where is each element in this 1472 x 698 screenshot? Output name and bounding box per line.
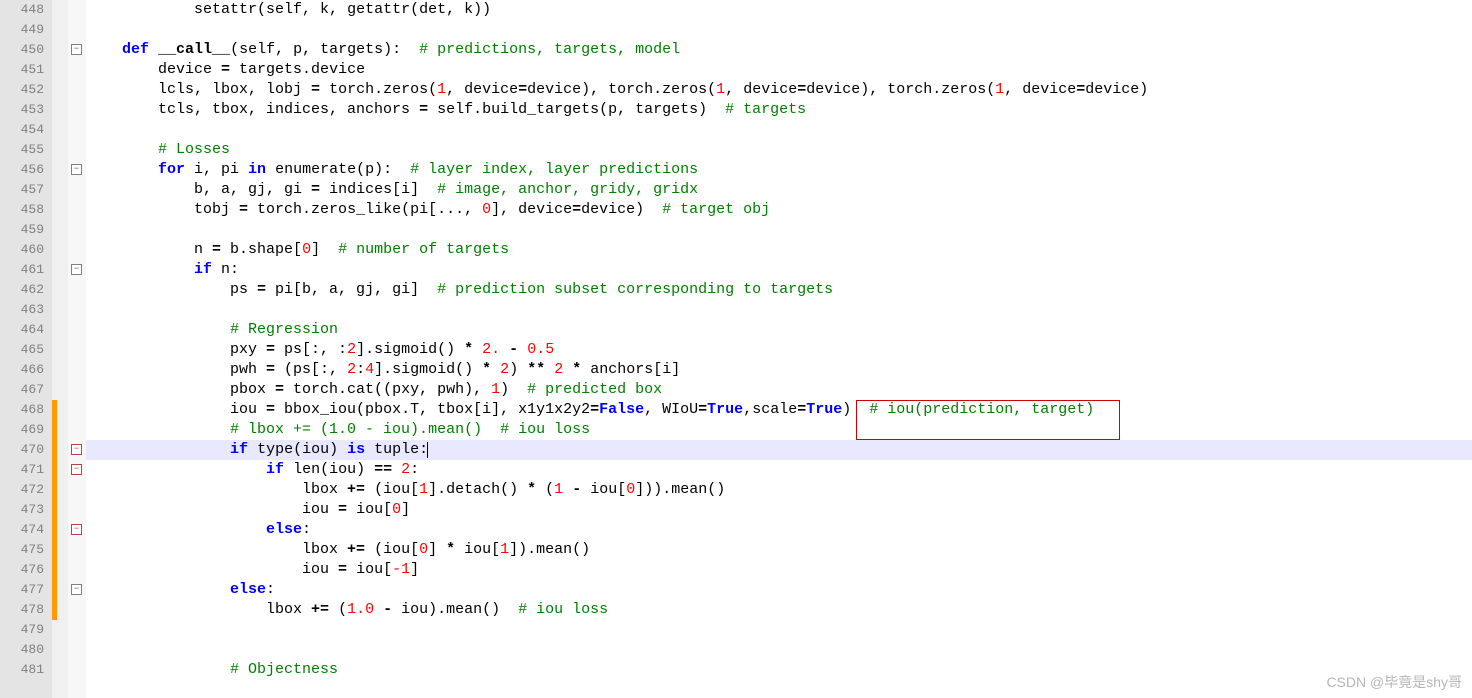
line-number: 462: [0, 280, 44, 300]
code-line[interactable]: b, a, gj, gi = indices[i] # image, ancho…: [86, 180, 1472, 200]
code-line[interactable]: ps = pi[b, a, gj, gi] # prediction subse…: [86, 280, 1472, 300]
fold-toggle[interactable]: −: [71, 464, 82, 475]
code-line[interactable]: lbox += (1.0 - iou).mean() # iou loss: [86, 600, 1472, 620]
code-line[interactable]: lbox += (iou[0] * iou[1]).mean(): [86, 540, 1472, 560]
line-number: 463: [0, 300, 44, 320]
line-number: 449: [0, 20, 44, 40]
code-line[interactable]: for i, pi in enumerate(p): # layer index…: [86, 160, 1472, 180]
line-number: 456: [0, 160, 44, 180]
code-line[interactable]: [86, 620, 1472, 640]
line-number: 473: [0, 500, 44, 520]
line-number: 469: [0, 420, 44, 440]
code-line[interactable]: setattr(self, k, getattr(det, k)): [86, 0, 1472, 20]
code-line[interactable]: iou = iou[-1]: [86, 560, 1472, 580]
line-number: 451: [0, 60, 44, 80]
line-number: 471: [0, 460, 44, 480]
code-line[interactable]: [86, 640, 1472, 660]
change-marker-column: [52, 0, 68, 698]
code-line[interactable]: tobj = torch.zeros_like(pi[..., 0], devi…: [86, 200, 1472, 220]
line-number: 467: [0, 380, 44, 400]
code-line[interactable]: # Losses: [86, 140, 1472, 160]
text-caret: [427, 442, 428, 458]
line-number: 453: [0, 100, 44, 120]
line-number: 470: [0, 440, 44, 460]
code-line[interactable]: device = targets.device: [86, 60, 1472, 80]
fold-column: − − − − − − −: [68, 0, 86, 698]
line-number: 459: [0, 220, 44, 240]
line-number: 474: [0, 520, 44, 540]
line-number: 481: [0, 660, 44, 680]
code-line[interactable]: else:: [86, 580, 1472, 600]
fold-toggle[interactable]: −: [71, 524, 82, 535]
line-number: 450: [0, 40, 44, 60]
code-line[interactable]: [86, 300, 1472, 320]
code-line[interactable]: [86, 220, 1472, 240]
fold-toggle[interactable]: −: [71, 44, 82, 55]
line-number: 455: [0, 140, 44, 160]
code-editor: 4484494504514524534544554564574584594604…: [0, 0, 1472, 698]
code-line[interactable]: # Objectness: [86, 660, 1472, 680]
code-line[interactable]: # Regression: [86, 320, 1472, 340]
code-line[interactable]: iou = bbox_iou(pbox.T, tbox[i], x1y1x2y2…: [86, 400, 1472, 420]
line-number: 457: [0, 180, 44, 200]
line-number: 454: [0, 120, 44, 140]
line-number: 479: [0, 620, 44, 640]
line-number: 477: [0, 580, 44, 600]
code-area[interactable]: setattr(self, k, getattr(det, k)) def __…: [86, 0, 1472, 698]
line-number: 458: [0, 200, 44, 220]
code-line[interactable]: def __call__(self, p, targets): # predic…: [86, 40, 1472, 60]
code-line[interactable]: pbox = torch.cat((pxy, pwh), 1) # predic…: [86, 380, 1472, 400]
code-line[interactable]: if type(iou) is tuple:: [86, 440, 1472, 460]
code-line[interactable]: pwh = (ps[:, 2:4].sigmoid() * 2) ** 2 * …: [86, 360, 1472, 380]
code-line[interactable]: if len(iou) == 2:: [86, 460, 1472, 480]
line-number: 464: [0, 320, 44, 340]
fold-toggle[interactable]: −: [71, 444, 82, 455]
code-line[interactable]: # lbox += (1.0 - iou).mean() # iou loss: [86, 420, 1472, 440]
fold-toggle[interactable]: −: [71, 584, 82, 595]
line-number: 466: [0, 360, 44, 380]
code-line[interactable]: [86, 120, 1472, 140]
fold-toggle[interactable]: −: [71, 264, 82, 275]
line-number: 475: [0, 540, 44, 560]
line-number: 448: [0, 0, 44, 20]
line-number: 465: [0, 340, 44, 360]
line-number: 480: [0, 640, 44, 660]
code-line[interactable]: tcls, tbox, indices, anchors = self.buil…: [86, 100, 1472, 120]
code-line[interactable]: lcls, lbox, lobj = torch.zeros(1, device…: [86, 80, 1472, 100]
line-number: 478: [0, 600, 44, 620]
line-number-gutter: 4484494504514524534544554564574584594604…: [0, 0, 52, 698]
change-bar: [52, 400, 57, 620]
line-number: 460: [0, 240, 44, 260]
line-number: 452: [0, 80, 44, 100]
line-number: 461: [0, 260, 44, 280]
code-line[interactable]: if n:: [86, 260, 1472, 280]
code-line[interactable]: pxy = ps[:, :2].sigmoid() * 2. - 0.5: [86, 340, 1472, 360]
code-line[interactable]: n = b.shape[0] # number of targets: [86, 240, 1472, 260]
code-line[interactable]: else:: [86, 520, 1472, 540]
code-line[interactable]: [86, 20, 1472, 40]
line-number: 476: [0, 560, 44, 580]
line-number: 468: [0, 400, 44, 420]
line-number: 472: [0, 480, 44, 500]
fold-toggle[interactable]: −: [71, 164, 82, 175]
code-line[interactable]: iou = iou[0]: [86, 500, 1472, 520]
code-line[interactable]: lbox += (iou[1].detach() * (1 - iou[0]))…: [86, 480, 1472, 500]
